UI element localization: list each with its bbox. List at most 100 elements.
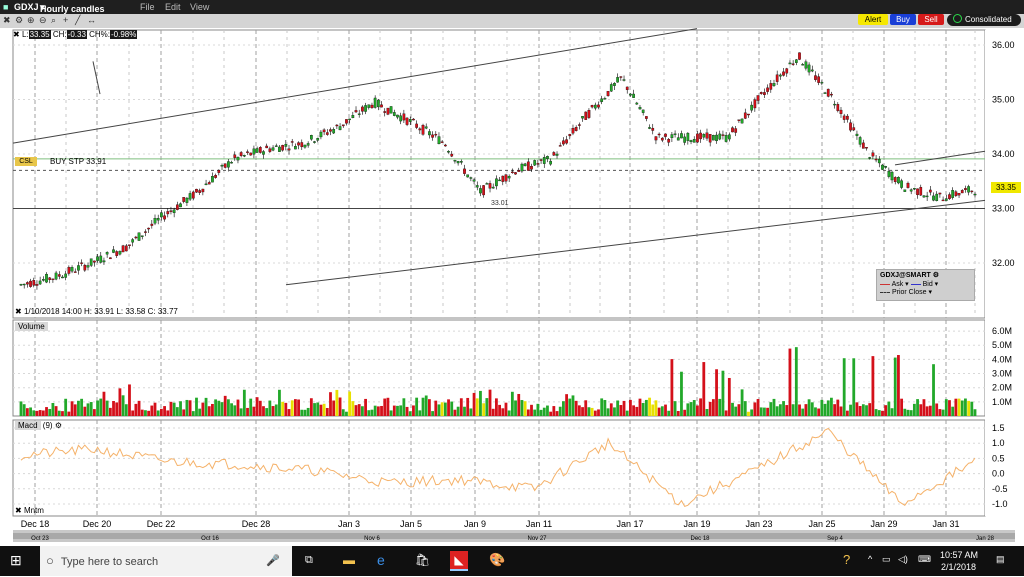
scroll-date-label: Oct 16: [201, 536, 219, 542]
microphone-icon[interactable]: 🎤: [266, 546, 280, 576]
scroll-date-label: Nov 6: [364, 536, 380, 542]
candle-body: [849, 122, 852, 131]
candle-body: [897, 177, 900, 184]
volume-bar: [609, 403, 613, 416]
candle-body: [32, 280, 36, 286]
file-explorer-icon[interactable]: ▬: [343, 553, 355, 567]
candle-body: [855, 133, 859, 136]
chevron-up-icon[interactable]: ^: [868, 554, 872, 564]
consolidated-toggle[interactable]: Consolidated: [947, 14, 1021, 26]
sell-button[interactable]: Sell: [918, 14, 944, 25]
candle-body: [574, 127, 578, 131]
clock-time[interactable]: 10:57 AM: [940, 550, 978, 560]
store-icon[interactable]: 🛍: [415, 553, 430, 567]
paint-app-icon[interactable]: 🎨: [489, 552, 505, 568]
candle-chart[interactable]: Dec 18 Dec 20 Dec 22 Dec 28 Jan 3 Jan 5 Jan 9 J…: [0, 28, 1024, 546]
clock-date[interactable]: 2/1/2018: [941, 562, 976, 572]
order-type-tag[interactable]: CSL: [15, 157, 37, 166]
volume-bar: [364, 398, 367, 416]
candle-body: [153, 218, 157, 224]
volume-bar: [54, 406, 58, 416]
candle-body: [523, 163, 527, 167]
tws-app-icon[interactable]: ◣: [450, 551, 468, 571]
candle-body: [798, 52, 801, 60]
volume-bar: [25, 408, 29, 416]
buy-button[interactable]: Buy: [890, 14, 916, 25]
candle-body: [517, 170, 521, 172]
volume-bar: [839, 406, 843, 416]
candle-body: [498, 179, 501, 182]
candle-body: [102, 260, 106, 263]
close-icon[interactable]: ✖: [15, 307, 24, 316]
candle-body: [763, 92, 766, 95]
date-axis-label: Jan 29: [870, 519, 897, 529]
task-view-icon[interactable]: ⧉: [305, 554, 313, 567]
candle-body: [22, 283, 26, 286]
close-chart-icon[interactable]: ✖: [13, 30, 20, 39]
quote-legend[interactable]: GDXJ@SMART ⚙ Ask ▾ Bid ▾ Prior Close ▾: [876, 269, 975, 301]
magnifier-icon[interactable]: ⌕: [51, 16, 60, 25]
volume-bar: [759, 407, 763, 416]
macd-axis-label: 1.5: [992, 423, 1005, 433]
zoom-in-icon[interactable]: ⊕: [27, 16, 36, 25]
volume-bar: [619, 405, 623, 416]
candle-body: [182, 197, 186, 202]
order-line-label[interactable]: BUY STP 33.91: [50, 157, 106, 166]
edge-browser-icon[interactable]: e: [377, 552, 385, 568]
volume-bar: [169, 401, 173, 416]
candle-body: [268, 148, 272, 152]
close-icon[interactable]: ✖: [3, 16, 12, 25]
volume-bar: [284, 402, 288, 416]
volume-bar: [593, 410, 597, 416]
pan-icon[interactable]: ↔: [87, 16, 96, 25]
candle-body: [568, 134, 572, 137]
volume-panel-label[interactable]: Volume: [15, 322, 48, 331]
settings-icon[interactable]: ⚙: [55, 421, 62, 430]
volume-bar: [297, 399, 300, 416]
candle-body: [147, 227, 150, 230]
notifications-icon[interactable]: ▤: [996, 554, 1005, 565]
volume-bar: [428, 399, 431, 416]
chart-type-dropdown[interactable]: Hourly candles ▾: [40, 2, 105, 14]
taskbar-search-box[interactable]: ○ Type here to search 🎤: [40, 546, 292, 576]
volume-bar: [549, 411, 553, 416]
volume-bar: [498, 404, 501, 416]
volume-bar: [743, 401, 747, 416]
candle-body: [964, 188, 967, 190]
menu-view[interactable]: View: [190, 2, 209, 12]
alert-button[interactable]: Alert: [858, 14, 888, 25]
candle-body: [428, 131, 431, 136]
settings-icon[interactable]: ⚙: [15, 16, 24, 25]
network-icon[interactable]: ▭: [882, 554, 891, 565]
volume-bar: [287, 409, 291, 416]
settings-icon[interactable]: ⚙: [933, 272, 939, 279]
draw-line-icon[interactable]: ╱: [75, 16, 84, 25]
candle-body: [80, 262, 83, 264]
candle-body: [616, 77, 619, 83]
volume-bar: [877, 410, 881, 416]
candle-body: [957, 193, 961, 196]
candle-body: [820, 82, 824, 84]
keyboard-icon[interactable]: ⌨: [918, 554, 931, 565]
candle-body: [121, 245, 125, 253]
candle-body: [705, 132, 709, 139]
zoom-out-icon[interactable]: ⊖: [39, 16, 48, 25]
macd-panel-label[interactable]: Macd (9) ⚙: [15, 421, 62, 430]
candle-body: [632, 93, 635, 98]
crosshair-icon[interactable]: +: [63, 16, 72, 25]
symbol-label[interactable]: GDXJ: [14, 2, 39, 12]
menu-edit[interactable]: Edit: [165, 2, 181, 12]
menu-file[interactable]: File: [140, 2, 155, 12]
windows-start-icon[interactable]: ⊞: [10, 552, 22, 569]
price-axis-label: 35.00: [992, 95, 1015, 105]
volume-icon[interactable]: ◁): [898, 554, 908, 565]
volume-bar: [424, 395, 428, 416]
volume-bar: [648, 397, 651, 416]
help-icon[interactable]: ?: [843, 552, 850, 567]
candle-body: [836, 104, 840, 111]
candle-body: [412, 118, 415, 121]
legend-bid: Bid: [922, 281, 933, 288]
volume-bar: [606, 408, 610, 416]
volume-bar: [153, 402, 157, 416]
candle-body: [258, 147, 262, 153]
